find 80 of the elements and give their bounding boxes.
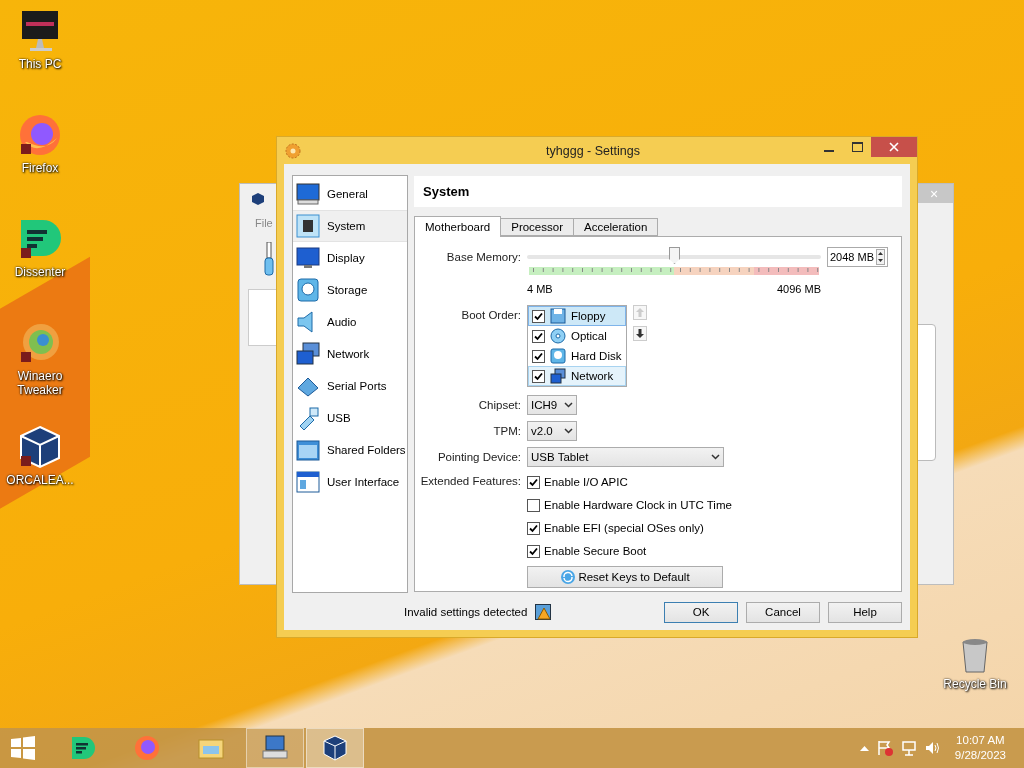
sidebar-item[interactable]: Shared Folders bbox=[293, 434, 407, 466]
keyboard-computer-icon bbox=[261, 734, 289, 762]
sidebar-item[interactable]: Audio bbox=[293, 306, 407, 338]
flag-icon[interactable] bbox=[876, 740, 893, 756]
checkbox-label: Enable Secure Boot bbox=[544, 545, 647, 557]
chevron-down-icon bbox=[564, 428, 573, 434]
field-label: Base Memory: bbox=[445, 250, 521, 263]
chip-icon bbox=[296, 214, 320, 238]
scale-max-label: 4096 MB bbox=[776, 283, 821, 295]
checkbox[interactable] bbox=[532, 369, 545, 383]
status-text: Invalid settings detected bbox=[404, 606, 528, 618]
minimize-icon bbox=[824, 149, 834, 152]
cube-icon bbox=[321, 734, 349, 762]
checkbox[interactable] bbox=[532, 349, 545, 363]
checkbox[interactable] bbox=[532, 309, 545, 323]
chevron-down-icon bbox=[564, 402, 573, 408]
dialog-button[interactable]: OK bbox=[664, 601, 738, 623]
taskbar-button[interactable] bbox=[246, 728, 304, 768]
close-icon bbox=[889, 142, 899, 152]
refresh-icon bbox=[560, 569, 577, 585]
sidebar-item[interactable]: Storage bbox=[293, 274, 407, 306]
tab[interactable]: Processor bbox=[500, 218, 574, 236]
boot-order-item[interactable]: Floppy bbox=[528, 306, 626, 326]
network-icon bbox=[550, 368, 566, 384]
checkbox[interactable] bbox=[527, 498, 540, 512]
taskbar-button[interactable] bbox=[306, 728, 364, 768]
dropdown[interactable]: v2.0 bbox=[527, 421, 577, 441]
sidebar-item[interactable]: User Interface bbox=[293, 466, 407, 498]
monitor-icon bbox=[296, 246, 320, 270]
checkbox[interactable] bbox=[532, 329, 545, 343]
firefox-icon bbox=[133, 734, 161, 762]
checkbox-label: Enable I/O APIC bbox=[544, 476, 628, 488]
checkbox-label: Enable Hardware Clock in UTC Time bbox=[544, 499, 732, 511]
dropdown[interactable]: ICH9 bbox=[527, 395, 577, 415]
checkbox[interactable] bbox=[527, 475, 540, 489]
sidebar-item[interactable]: Display bbox=[293, 242, 407, 274]
chat-bubble-icon bbox=[69, 734, 97, 762]
window-title: tyhggg - Settings bbox=[545, 143, 641, 158]
optical-disc-icon bbox=[550, 328, 566, 344]
gear-icon bbox=[285, 142, 301, 159]
dropdown[interactable]: USB Tablet bbox=[527, 447, 724, 467]
tab[interactable]: Motherboard bbox=[414, 216, 502, 237]
sidebar-item[interactable]: System bbox=[293, 210, 407, 242]
clock-date: 9/28/2023 bbox=[954, 748, 1006, 763]
screwdriver-icon bbox=[264, 242, 274, 276]
field-label: Boot Order: bbox=[460, 308, 521, 321]
dialog-button[interactable]: Help bbox=[828, 601, 902, 623]
firefox-icon bbox=[17, 112, 63, 158]
cube-icon bbox=[251, 192, 265, 206]
clock-time: 10:07 AM bbox=[956, 733, 1005, 748]
network-icon bbox=[296, 342, 320, 366]
chevron-down-icon bbox=[711, 454, 720, 460]
tab[interactable]: Acceleration bbox=[573, 218, 659, 236]
section-title: System bbox=[423, 184, 470, 199]
field-label: Pointing Device: bbox=[436, 451, 521, 463]
boot-order-item[interactable]: Network bbox=[528, 366, 626, 386]
warning-icon bbox=[535, 604, 552, 620]
maximize-icon bbox=[851, 142, 863, 152]
checkbox[interactable] bbox=[527, 544, 540, 558]
move-down-button[interactable] bbox=[633, 326, 647, 341]
scale-min-label: 4 MB bbox=[527, 283, 553, 295]
sidebar-item[interactable]: USB bbox=[293, 402, 407, 434]
dialog-button[interactable]: Cancel bbox=[746, 601, 820, 623]
folder-icon bbox=[296, 438, 320, 462]
monitor-icon bbox=[296, 182, 320, 206]
sidebar-item[interactable]: General bbox=[293, 178, 407, 210]
field-label: Chipset: bbox=[477, 399, 521, 411]
checkbox[interactable] bbox=[527, 521, 540, 535]
reset-keys-button[interactable]: Reset Keys to Default bbox=[527, 566, 723, 588]
field-label: TPM: bbox=[492, 425, 521, 437]
checkbox-label: Enable EFI (special OSes only) bbox=[544, 522, 704, 534]
slider-thumb[interactable] bbox=[669, 247, 680, 264]
cube-icon bbox=[17, 424, 63, 470]
spin-arrows-icon bbox=[876, 249, 885, 265]
sidebar-item[interactable]: Network bbox=[293, 338, 407, 370]
sidebar-item[interactable]: Serial Ports bbox=[293, 370, 407, 402]
field-label: Extended Features: bbox=[419, 474, 521, 487]
window-icon bbox=[296, 470, 320, 494]
memory-spinbox[interactable]: 2048 MB bbox=[827, 247, 888, 267]
windows-logo-icon bbox=[9, 734, 37, 762]
